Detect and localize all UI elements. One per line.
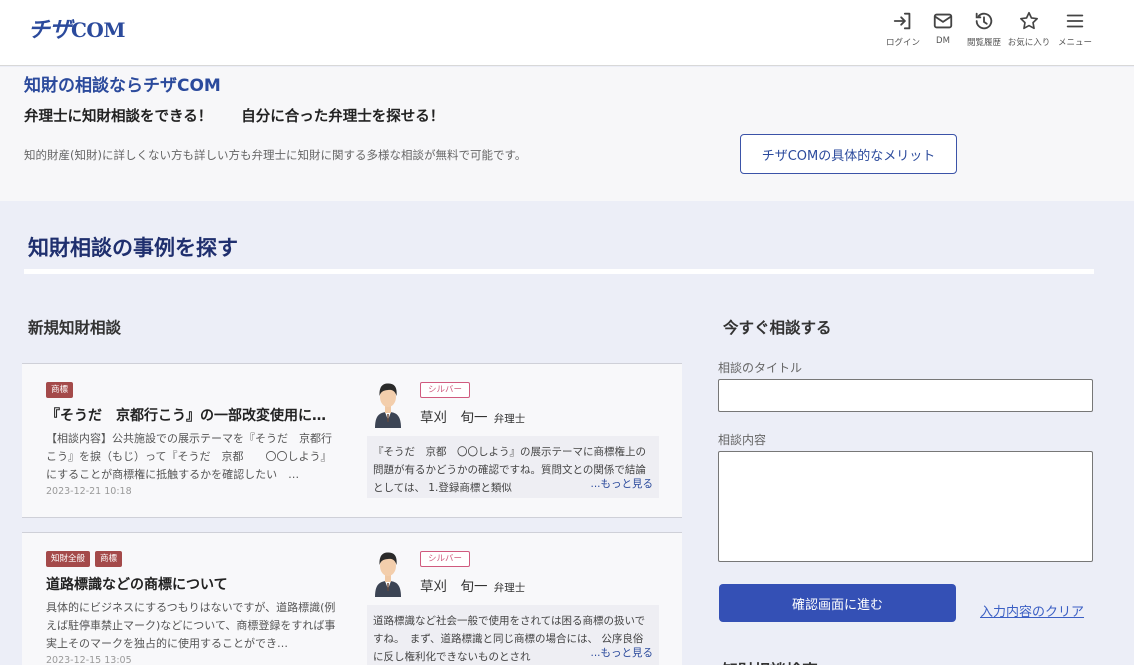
- lawyer-name[interactable]: 草刈 旬一 弁理士: [420, 575, 525, 595]
- lawyer-role: 弁理士: [493, 582, 526, 594]
- section-title: 知財相談の事例を探す: [28, 236, 238, 260]
- read-more-link[interactable]: ...もっと見る: [586, 475, 653, 493]
- card-body: 具体的にビジネスにするつもりはないですが、道路標識(例えば駐停車禁止マーク)など…: [46, 601, 336, 650]
- intro-title: 知財の相談ならチザCOM: [24, 76, 221, 96]
- search-section-title: 知財相談検索: [722, 657, 818, 665]
- consultation-card[interactable]: 商標 『そうだ 京都行こう』の一部改変使用に… 【相談内容】公共施設での展示テー…: [22, 363, 682, 518]
- lawyer-avatar: [375, 552, 401, 597]
- login-icon: [893, 12, 911, 30]
- lawyer-name[interactable]: 草刈 旬一 弁理士: [420, 406, 525, 426]
- content-field-label: 相談内容: [718, 433, 767, 447]
- intro-subtitle: 弁理士に知財相談をできる！ 自分に合った弁理士を探せる！: [24, 109, 445, 125]
- hamburger-menu-icon: [1066, 14, 1084, 28]
- intro-banner: 知財の相談ならチザCOM 弁理士に知財相談をできる！ 自分に合った弁理士を探せる…: [0, 67, 1134, 201]
- category-tag[interactable]: 商標: [95, 551, 123, 567]
- category-tag[interactable]: 商標: [46, 382, 74, 398]
- consult-now-title: 今すぐ相談する: [723, 319, 832, 337]
- section-divider: [24, 269, 1094, 274]
- read-more-link[interactable]: ...もっと見る: [586, 644, 653, 662]
- answer-excerpt: 『そうだ 京都 〇〇しよう』の展示テーマに商標権上の問題が有るかどうかの確認です…: [367, 436, 659, 498]
- lawyer-name-text: 草刈 旬一: [420, 410, 488, 426]
- card-date: 2023-12-21 10:18: [46, 486, 132, 497]
- consultation-content-textarea[interactable]: [718, 451, 1093, 562]
- rank-badge: シルバー: [420, 382, 471, 398]
- menu-button[interactable]: メニュー: [1047, 8, 1103, 52]
- star-icon: [1020, 11, 1038, 30]
- tag-list: 商標: [46, 382, 74, 398]
- new-consultations-title: 新規知財相談: [28, 319, 122, 337]
- consultation-card[interactable]: 知財全般 商標 道路標識などの商標について 具体的にビジネスにするつもりはないで…: [22, 532, 682, 665]
- card-date: 2023-12-15 13:05: [46, 655, 132, 665]
- history-icon: [975, 12, 993, 30]
- lawyer-role: 弁理士: [493, 413, 526, 425]
- menu-label: メニュー: [1057, 38, 1092, 48]
- site-logo[interactable]: チザCOM: [28, 12, 125, 44]
- card-body: 【相談内容】公共施設での展示テーマを『そうだ 京都行こう』を捩（もじ）って『そう…: [46, 432, 332, 481]
- tag-list: 知財全般 商標: [46, 551, 123, 567]
- answer-excerpt: 道路標識など社会一般で使用をされては困る商標の扱いですね。 まず、道路標識と同じ…: [367, 605, 659, 665]
- consultation-title-input[interactable]: [718, 379, 1093, 412]
- title-field-label: 相談のタイトル: [718, 361, 803, 375]
- clear-input-link[interactable]: 入力内容のクリア: [980, 601, 1084, 620]
- card-title[interactable]: 道路標識などの商標について: [46, 574, 341, 594]
- rank-badge: シルバー: [420, 551, 471, 567]
- category-tag[interactable]: 知財全般: [46, 551, 91, 567]
- lawyer-name-text: 草刈 旬一: [420, 579, 488, 595]
- lawyer-avatar: [375, 383, 401, 428]
- confirm-button[interactable]: 確認画面に進む: [719, 584, 956, 622]
- site-header: チザCOM ログイン DM 閲覧履歴 お気に入り メニュー: [0, 0, 1134, 66]
- merit-button[interactable]: チザCOMの具体的なメリット: [740, 134, 957, 174]
- card-title[interactable]: 『そうだ 京都行こう』の一部改変使用に…: [46, 405, 341, 425]
- mail-icon: [933, 13, 953, 29]
- intro-description: 知的財産(知財)に詳しくない方も詳しい方も弁理士に知財に関する多様な相談が無料で…: [24, 148, 527, 162]
